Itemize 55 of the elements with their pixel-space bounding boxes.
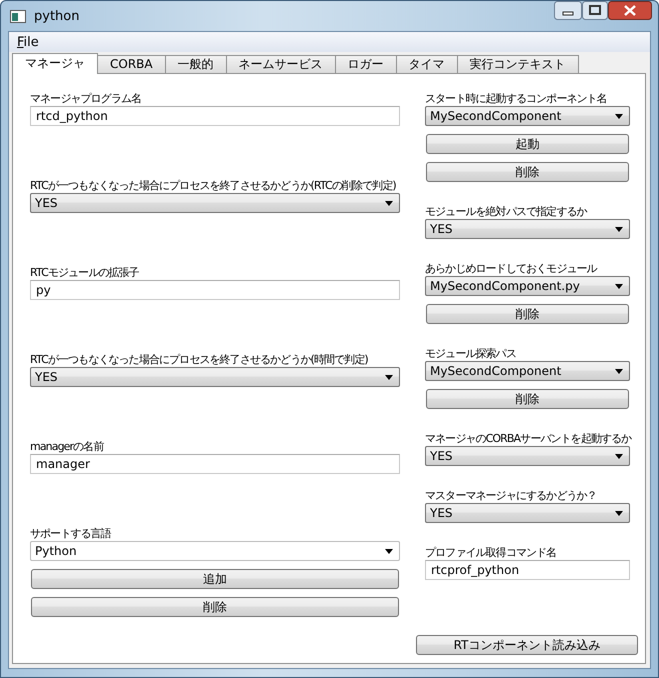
- dropdown-arrow-icon: [385, 548, 393, 554]
- dropdown-arrow-icon: [615, 454, 623, 458]
- field-label: RTCが一つもなくなった場合にプロセスを終了させるかどうか(RTCの削除で判定): [30, 179, 396, 193]
- text-field[interactable]: manager: [30, 454, 400, 474]
- tab[interactable]: 実行コンテキスト: [456, 55, 579, 73]
- text-field[interactable]: rtcd_python: [30, 106, 400, 126]
- minimize-button[interactable]: [554, 1, 582, 20]
- field-label: RTCモジュールの拡張子: [30, 266, 139, 280]
- dropdown-arrow-icon: [385, 200, 393, 206]
- dropdown[interactable]: Python: [30, 541, 400, 561]
- dropdown[interactable]: YES: [30, 367, 400, 387]
- app-icon: [10, 10, 26, 22]
- dropdown-arrow-icon: [615, 226, 623, 232]
- push-button[interactable]: 削除: [426, 162, 629, 182]
- close-button[interactable]: [608, 1, 652, 20]
- field-label: マスターマネージャにするかどうか？: [425, 489, 597, 503]
- tab[interactable]: 一般的: [164, 55, 227, 73]
- text-field[interactable]: rtcprof_python: [425, 560, 630, 580]
- tab[interactable]: CORBA: [97, 55, 166, 73]
- dropdown[interactable]: YES: [30, 193, 400, 213]
- dropdown[interactable]: MySecondComponent.py: [425, 276, 630, 296]
- dropdown[interactable]: MySecondComponent: [425, 106, 630, 126]
- dropdown-arrow-icon: [385, 374, 393, 380]
- field-label: マネージャプログラム名: [30, 92, 142, 106]
- field-label: サポートする言語: [30, 527, 111, 541]
- push-button[interactable]: 削除: [426, 304, 629, 324]
- push-button[interactable]: RTコンポーネント読み込み: [416, 635, 638, 655]
- push-button[interactable]: 削除: [31, 597, 399, 617]
- field-label: RTCが一つもなくなった場合にプロセスを終了させるかどうか(時間で判定): [30, 353, 368, 367]
- dropdown[interactable]: MySecondComponent: [425, 361, 630, 381]
- dropdown-arrow-icon: [615, 510, 623, 516]
- menu-item[interactable]: File: [15, 34, 41, 50]
- tab[interactable]: マネージャ: [12, 53, 98, 74]
- dropdown-arrow-icon: [615, 114, 623, 118]
- dropdown[interactable]: YES: [425, 503, 630, 523]
- tab[interactable]: ネームサービス: [226, 55, 336, 73]
- field-label: プロファイル取得コマンド名: [425, 546, 556, 560]
- field-label: スタート時に起動するコンポーネント名: [425, 92, 607, 106]
- dropdown[interactable]: YES: [425, 219, 630, 239]
- push-button[interactable]: 起動: [426, 134, 629, 154]
- field-label: managerの名前: [30, 440, 104, 454]
- field-label: マネージャのCORBAサーバントを起動するか: [425, 432, 632, 446]
- text-field[interactable]: py: [30, 280, 400, 300]
- window-title: python: [34, 8, 80, 24]
- tab[interactable]: ロガー: [334, 55, 397, 73]
- dropdown-arrow-icon: [615, 284, 623, 288]
- maximize-button[interactable]: [582, 1, 608, 20]
- tab[interactable]: タイマ: [396, 55, 458, 73]
- field-label: モジュール探索パス: [425, 347, 516, 361]
- dropdown[interactable]: YES: [425, 446, 630, 466]
- field-label: あらかじめロードしておくモジュール: [425, 262, 597, 276]
- push-button[interactable]: 削除: [426, 389, 629, 409]
- dropdown-arrow-icon: [615, 368, 623, 374]
- push-button[interactable]: 追加: [31, 569, 399, 589]
- field-label: モジュールを絶対パスで指定するか: [425, 205, 587, 219]
